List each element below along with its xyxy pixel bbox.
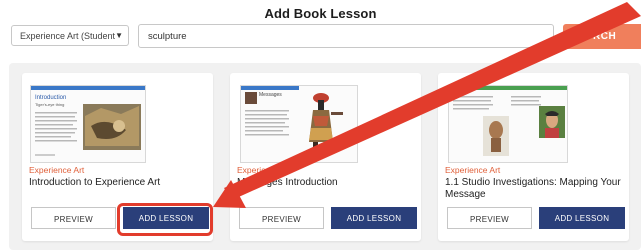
lesson-card: Introduction Tiger's-eye thing Experienc…: [22, 73, 213, 241]
collection-select[interactable]: Experience Art (Student ▼: [11, 25, 129, 46]
lesson-title: Introduction to Experience Art: [29, 177, 161, 188]
preview-button[interactable]: PREVIEW: [31, 207, 116, 229]
lesson-thumbnail[interactable]: [448, 85, 568, 163]
lesson-tag: Experience Art: [29, 165, 85, 175]
thumbnail-graphic: Messages: [241, 86, 357, 162]
add-lesson-button[interactable]: ADD LESSON: [123, 207, 209, 229]
add-lesson-button[interactable]: ADD LESSON: [539, 207, 625, 229]
thumbnail-graphic: [449, 86, 567, 162]
preview-button[interactable]: PREVIEW: [447, 207, 532, 229]
lesson-tag: Experience Art: [445, 165, 501, 175]
lesson-thumbnail[interactable]: Messages: [240, 85, 358, 163]
lesson-tag: Experience Art: [237, 165, 293, 175]
lesson-thumbnail[interactable]: Introduction Tiger's-eye thing: [30, 85, 146, 163]
thumb-heading: Introduction: [35, 95, 66, 101]
thumb-sub: Tiger's-eye thing: [35, 102, 64, 107]
chevron-down-icon: ▼: [115, 31, 123, 40]
thumbnail-graphic: Introduction Tiger's-eye thing: [31, 86, 145, 162]
thumb-heading: Messages: [259, 92, 282, 98]
search-button[interactable]: RCH: [563, 24, 641, 49]
lesson-title: Messages Introduction: [237, 177, 338, 188]
lesson-title: 1.1 Studio Investigations: Mapping Your …: [445, 177, 621, 200]
preview-button[interactable]: PREVIEW: [239, 207, 324, 229]
add-lesson-button[interactable]: ADD LESSON: [331, 207, 417, 229]
page-title: Add Book Lesson: [264, 6, 377, 21]
lesson-card: Experience Art 1.1 Studio Investigations…: [438, 73, 629, 241]
collection-select-value: Experience Art (Student: [20, 31, 116, 41]
search-input[interactable]: sculpture: [138, 24, 554, 48]
lesson-card: Messages Experience Art Messages Introdu…: [230, 73, 421, 241]
